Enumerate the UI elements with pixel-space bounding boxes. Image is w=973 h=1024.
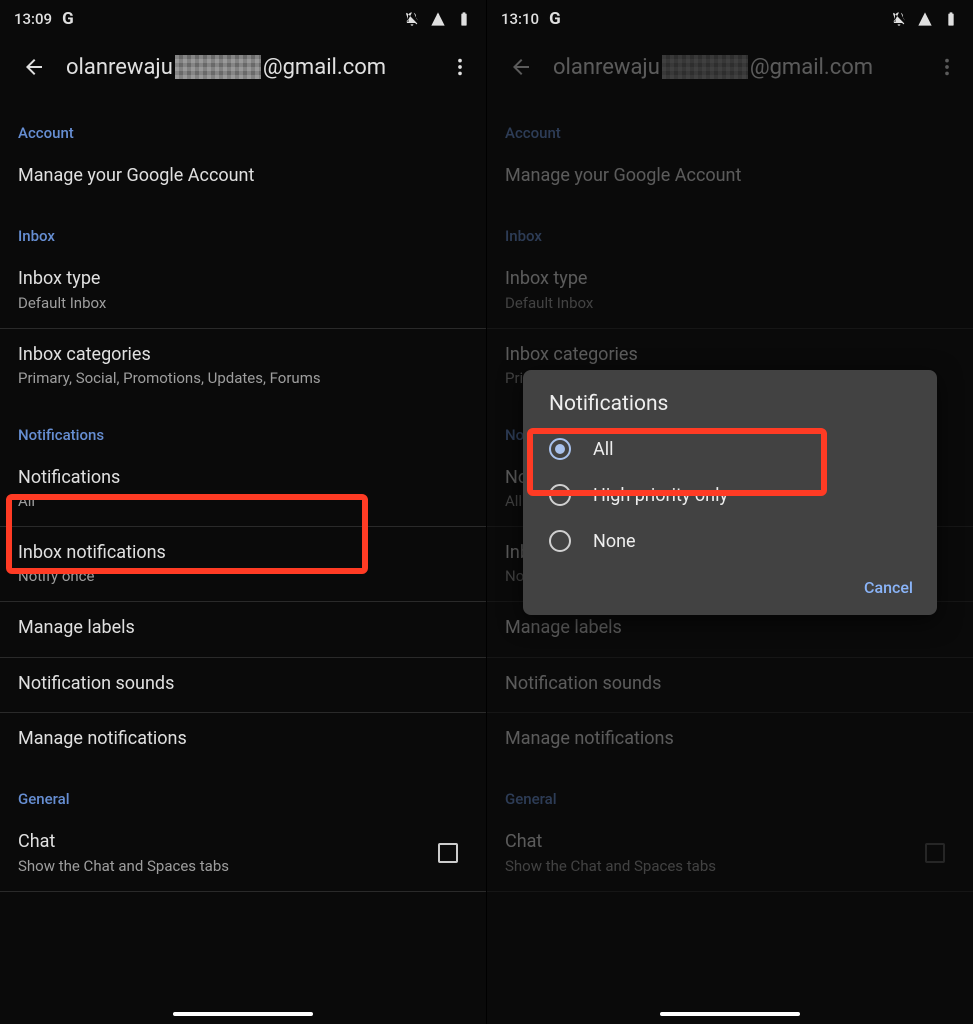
back-button[interactable] [16,49,52,85]
page-title: olanrewaju@gmail.com [52,55,442,80]
radio-option-high-priority[interactable]: High priority only [523,472,937,518]
radio-label: All [593,439,614,460]
manage-labels-label: Manage labels [18,616,468,640]
manage-account-row[interactable]: Manage your Google Account [0,150,486,205]
inbox-notifications-row[interactable]: Inbox notifications Notify once [0,527,486,602]
inbox-notifications-title: Inbox notifications [18,541,468,565]
inbox-categories-title: Inbox categories [18,343,468,367]
inbox-notifications-sub: Notify once [18,567,468,585]
manage-notifications-row[interactable]: Manage notifications [0,713,486,768]
section-header-notifications: Notifications [0,404,486,452]
inbox-type-sub: Default Inbox [18,294,468,312]
radio-label: High priority only [593,485,728,506]
inbox-type-title: Inbox type [18,267,468,291]
status-icons: x [404,11,472,27]
inbox-categories-row[interactable]: Inbox categories Primary, Social, Promot… [0,329,486,404]
status-bar: 13:09 G x [0,0,486,32]
notifications-sub: All [18,492,468,510]
radio-icon [549,530,571,552]
inbox-type-row[interactable]: Inbox type Default Inbox [0,253,486,328]
section-header-account: Account [0,102,486,150]
cancel-button[interactable]: Cancel [864,578,913,597]
manage-labels-row[interactable]: Manage labels [0,602,486,657]
dialog-title: Notifications [523,392,937,426]
section-header-inbox: Inbox [0,205,486,253]
chat-sub: Show the Chat and Spaces tabs [18,857,229,875]
redacted-text [175,55,261,79]
chat-checkbox[interactable] [438,843,458,863]
radio-option-all[interactable]: All [523,426,937,472]
chat-row[interactable]: Chat Show the Chat and Spaces tabs [0,816,486,891]
manage-account-label: Manage your Google Account [18,164,468,188]
notifications-dialog: Notifications All High priority only Non… [523,370,937,615]
nav-pill[interactable] [173,1012,313,1016]
google-icon: G [62,9,74,29]
signal-icon: x [430,11,446,27]
phone-left: 13:09 G x olanrewaju@gmail.com Account M… [0,0,486,1024]
battery-icon [456,11,472,27]
manage-notifications-label: Manage notifications [18,727,468,751]
radio-icon [549,484,571,506]
notifications-title: Notifications [18,466,468,490]
notifications-row[interactable]: Notifications All [0,452,486,527]
phone-right: 13:10 G olanrewaju@gmail.com Account Man… [487,0,973,1024]
dnd-off-icon [404,11,420,27]
notification-sounds-row[interactable]: Notification sounds [0,658,486,713]
radio-label: None [593,531,636,552]
clock-time: 13:09 [14,10,52,28]
section-header-general: General [0,768,486,816]
more-vert-icon [449,56,471,78]
chat-title: Chat [18,830,229,854]
overflow-menu-button[interactable] [442,49,478,85]
svg-text:x: x [437,13,440,19]
app-bar: olanrewaju@gmail.com [0,32,486,102]
radio-icon [549,438,571,460]
radio-option-none[interactable]: None [523,518,937,564]
arrow-left-icon [22,55,46,79]
notification-sounds-label: Notification sounds [18,672,468,696]
inbox-categories-sub: Primary, Social, Promotions, Updates, Fo… [18,369,468,387]
